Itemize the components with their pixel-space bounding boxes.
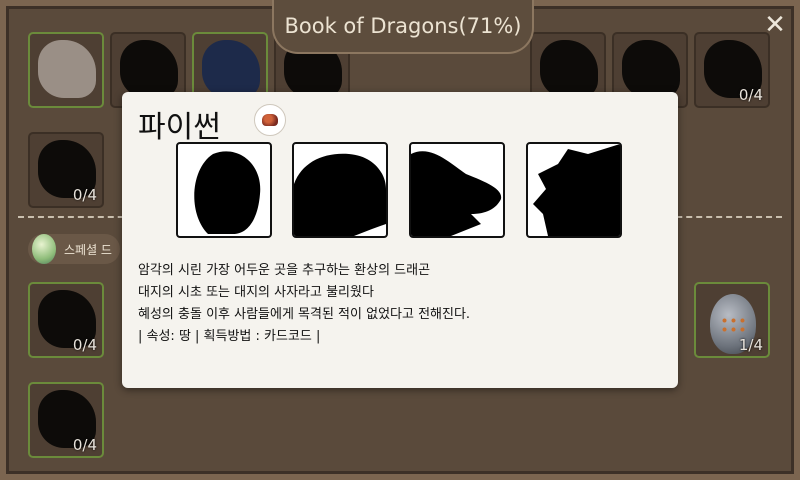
book-title: Book of Dragons(71%) — [272, 0, 534, 54]
description-line: 암각의 시린 가장 어두운 곳을 추구하는 환상의 드래곤 — [138, 263, 431, 278]
dragon-silhouette-icon — [622, 40, 680, 98]
stage-1-silhouette-icon[interactable] — [176, 142, 272, 238]
stage-3-silhouette-icon[interactable] — [409, 142, 505, 238]
dragon-name: 파이썬 — [138, 110, 221, 145]
dragon-detail-popup: 파이썬 암각의 시린 가장 어두운 곳을 추구하는 환상의 드래곤 대지의 시초… — [122, 92, 678, 388]
description-line: 대지의 시초 또는 대지의 사자라고 불리웠다 — [138, 285, 374, 300]
description-line: 혜성의 충돌 이후 사람들에게 목격된 적이 없었다고 전해진다. — [138, 307, 471, 322]
collection-count: 1/4 — [738, 336, 763, 354]
dragon-description: 암각의 시린 가장 어두운 곳을 추구하는 환상의 드래곤 대지의 시초 또는 … — [138, 260, 658, 348]
collection-count: 0/4 — [72, 186, 97, 204]
dragon-silhouette-icon — [120, 40, 178, 98]
special-egg-icon — [32, 234, 56, 264]
dragon-card[interactable]: 0/4 — [28, 382, 104, 458]
stage-4-silhouette-icon[interactable] — [526, 142, 622, 238]
dragon-card[interactable]: 0/4 — [694, 32, 770, 108]
dragon-portrait-icon — [38, 40, 96, 98]
special-section-label: 스페셜 드 — [28, 234, 120, 264]
dragon-card[interactable]: 0/4 — [28, 132, 104, 208]
dragon-card[interactable] — [28, 32, 104, 108]
close-button[interactable]: ✕ — [758, 8, 792, 42]
earth-element-icon — [254, 104, 286, 136]
dragon-portrait-icon — [202, 40, 260, 98]
dragon-silhouette-icon — [540, 40, 598, 98]
collection-count: 0/4 — [738, 86, 763, 104]
section-label-text: 스페셜 드 — [64, 242, 112, 257]
dragon-card[interactable]: 0/4 — [28, 282, 104, 358]
collection-count: 0/4 — [72, 336, 97, 354]
egg-card[interactable]: 1/4 — [694, 282, 770, 358]
attribute-line: | 속성: 땅 | 획득방법 : 카드코드 | — [138, 329, 321, 344]
collection-count: 0/4 — [72, 436, 97, 454]
stage-2-silhouette-icon[interactable] — [292, 142, 388, 238]
